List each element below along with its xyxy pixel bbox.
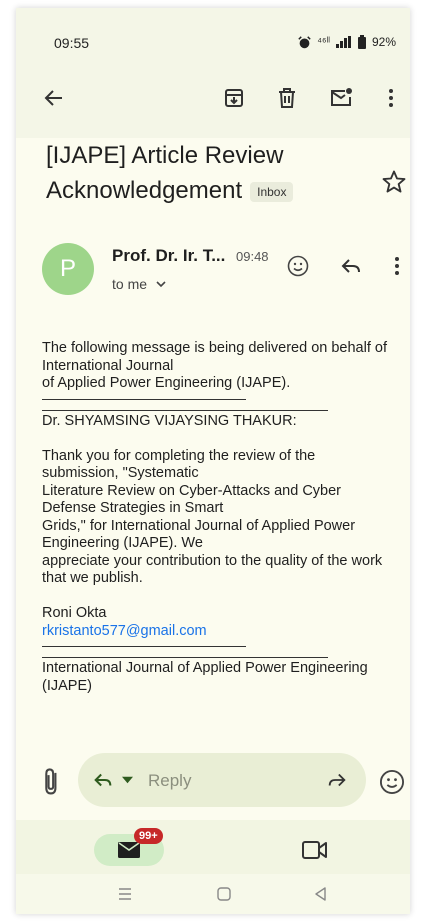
network-indicator: ⁴⁶ˡˡ	[317, 36, 330, 48]
body-line: that we publish.	[42, 570, 143, 586]
signal-icon	[335, 36, 351, 48]
reply-icon	[94, 773, 112, 787]
trash-icon	[279, 88, 295, 108]
divider	[42, 398, 246, 400]
attach-button[interactable]	[38, 766, 66, 798]
subject-text: [IJAPE] Article Review Acknowledgement	[46, 142, 284, 204]
signature-email-link[interactable]: rkristanto577@gmail.com	[42, 623, 406, 641]
status-bar: 09:55 ⁴⁶ˡˡ 92%	[16, 8, 410, 58]
battery-level: 92%	[371, 35, 396, 49]
phone-screen: 09:55 ⁴⁶ˡˡ 92% [IJAPE] Article Review Ac…	[16, 8, 410, 914]
more-options-button[interactable]	[373, 80, 409, 116]
recipient-toggle[interactable]: to me	[112, 276, 167, 292]
arrow-left-icon	[44, 90, 62, 106]
mark-unread-button[interactable]	[323, 80, 359, 116]
attachment-icon	[45, 768, 57, 795]
system-navigation-bar	[16, 874, 410, 914]
greeting-line: Dr. SHYAMSING VIJAYSING THAKUR:	[42, 412, 297, 429]
body-line: The following message is being delivered…	[42, 340, 387, 356]
recipient-label: to me	[112, 276, 148, 292]
forward-icon[interactable]	[326, 769, 348, 791]
delete-button[interactable]	[269, 80, 305, 116]
star-icon	[382, 170, 406, 193]
sent-time: 09:48	[236, 249, 269, 264]
email-body: The following message is being delivered…	[42, 340, 406, 695]
alarm-icon	[298, 35, 311, 48]
message-more-button[interactable]	[382, 251, 410, 281]
divider	[42, 657, 328, 658]
home-icon[interactable]	[216, 886, 232, 902]
sender-name[interactable]: Prof. Dr. Ir. T...	[112, 246, 225, 266]
caret-down-icon[interactable]	[122, 776, 133, 784]
body-line: International Journal of Applied Power E…	[42, 660, 368, 676]
react-emoji-button[interactable]	[283, 251, 313, 281]
reply-emoji-button[interactable]	[378, 768, 406, 796]
email-subject: [IJAPE] Article Review Acknowledgement In…	[46, 138, 366, 208]
email-toolbar	[16, 58, 410, 138]
signature-name: Roni Okta	[42, 605, 107, 621]
archive-icon	[225, 89, 243, 107]
more-vert-icon	[395, 257, 399, 275]
divider	[42, 646, 246, 647]
more-vert-icon	[389, 89, 393, 107]
reply-icon	[341, 259, 360, 273]
reply-label: Reply	[148, 771, 192, 790]
emoji-icon	[287, 255, 309, 277]
body-line: Grids," for International Journal of App…	[42, 517, 356, 534]
emoji-icon	[379, 769, 405, 795]
body-line: appreciate your contribution to the qual…	[42, 552, 383, 569]
inbox-label-badge[interactable]: Inbox	[250, 181, 294, 202]
back-triangle-icon[interactable]	[313, 886, 329, 902]
battery-icon	[357, 35, 366, 49]
body-line: Literature Review on Cyber-Attacks and C…	[42, 482, 341, 499]
back-button[interactable]	[36, 80, 72, 116]
meet-tab[interactable]	[301, 838, 329, 862]
body-line: Thank you for completing the review of t…	[42, 447, 316, 464]
divider	[42, 409, 328, 411]
bottom-navigation: 99+	[16, 820, 410, 874]
reply-button[interactable]	[336, 251, 366, 281]
video-camera-icon	[302, 841, 327, 859]
recent-apps-icon[interactable]	[117, 886, 133, 902]
archive-button[interactable]	[216, 80, 252, 116]
body-line: of Applied Power Engineering (IJAPE).	[42, 375, 291, 391]
mail-icon	[118, 842, 140, 858]
body-line: (IJAPE)	[42, 677, 92, 694]
star-button[interactable]	[380, 168, 408, 196]
body-line: Engineering (IJAPE). We	[42, 535, 203, 551]
reply-composer[interactable]: Reply	[78, 753, 366, 807]
body-line: International Journal	[42, 357, 174, 374]
body-line: Defense Strategies in Smart	[42, 500, 224, 516]
mark-unread-icon	[331, 88, 352, 106]
status-icons: ⁴⁶ˡˡ 92%	[298, 35, 396, 49]
body-line: submission, "Systematic	[42, 465, 199, 481]
body-fade	[16, 735, 410, 749]
sender-avatar[interactable]: P	[42, 243, 94, 295]
unread-count-badge: 99+	[134, 828, 163, 844]
status-time: 09:55	[54, 35, 90, 51]
chevron-down-icon	[156, 281, 166, 288]
